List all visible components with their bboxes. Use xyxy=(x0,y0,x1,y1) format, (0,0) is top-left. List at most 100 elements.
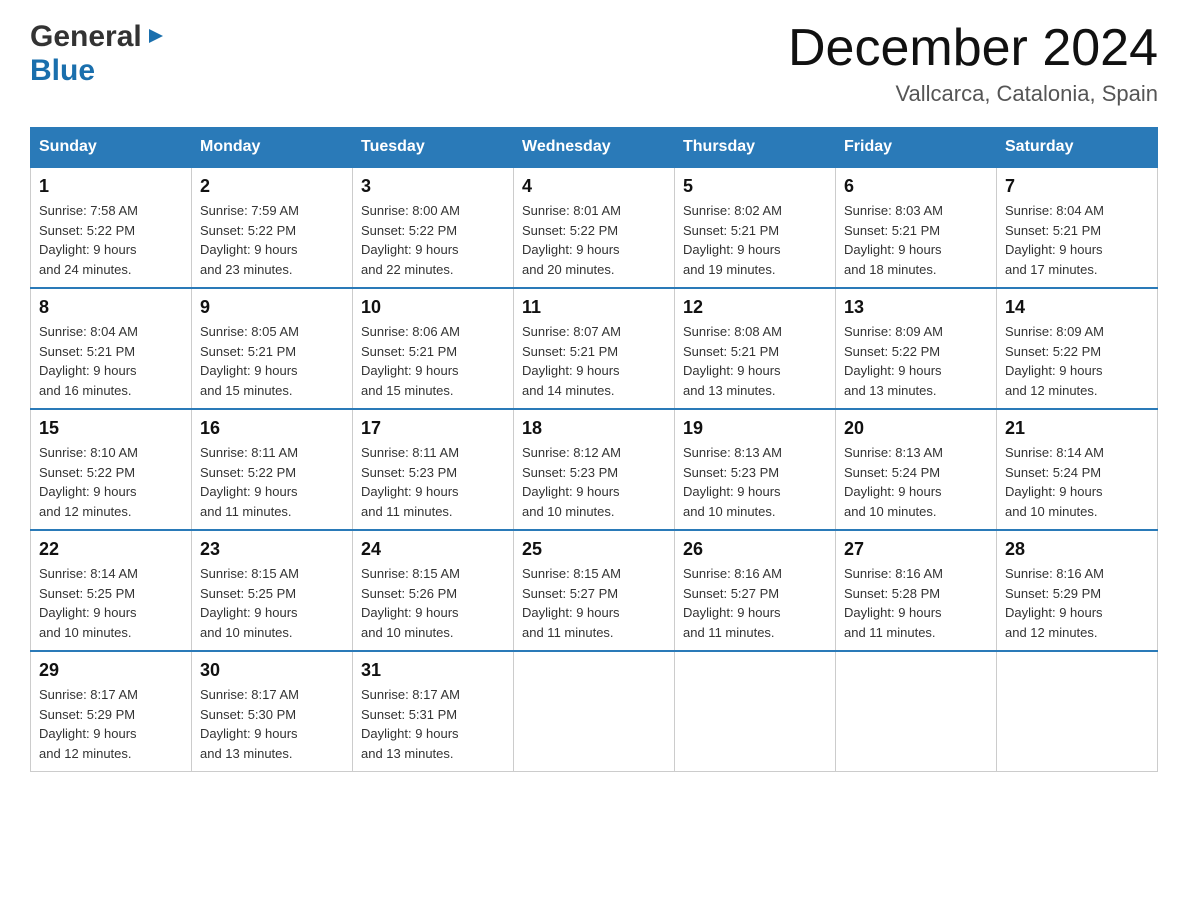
logo-triangle-icon xyxy=(145,25,167,47)
day-sun-info: Sunrise: 8:12 AMSunset: 5:23 PMDaylight:… xyxy=(522,445,621,519)
day-sun-info: Sunrise: 8:17 AMSunset: 5:29 PMDaylight:… xyxy=(39,687,138,761)
day-sun-info: Sunrise: 8:16 AMSunset: 5:29 PMDaylight:… xyxy=(1005,566,1104,640)
day-sun-info: Sunrise: 8:14 AMSunset: 5:25 PMDaylight:… xyxy=(39,566,138,640)
day-number: 22 xyxy=(39,539,183,560)
table-row: 7Sunrise: 8:04 AMSunset: 5:21 PMDaylight… xyxy=(997,167,1158,288)
table-row: 14 Sunrise: 8:09 AMSunset: 5:22 PMDayligh… xyxy=(997,288,1158,409)
day-number: 5 xyxy=(683,176,827,197)
table-row: 15Sunrise: 8:10 AMSunset: 5:22 PMDayligh… xyxy=(31,409,192,530)
calendar-week-row: 8 Sunrise: 8:04 AMSunset: 5:21 PMDaylight… xyxy=(31,288,1158,409)
day-sun-info: Sunrise: 8:13 AMSunset: 5:24 PMDaylight:… xyxy=(844,445,943,519)
day-number: 16 xyxy=(200,418,344,439)
table-row xyxy=(514,651,675,772)
day-number: 28 xyxy=(1005,539,1149,560)
table-row: 29 Sunrise: 8:17 AMSunset: 5:29 PMDayligh… xyxy=(31,651,192,772)
day-number: 2 xyxy=(200,176,344,197)
day-sun-info: Sunrise: 8:02 AMSunset: 5:21 PMDaylight:… xyxy=(683,203,782,277)
day-number: 13 xyxy=(844,297,988,318)
day-number: 31 xyxy=(361,660,505,681)
table-row: 28 Sunrise: 8:16 AMSunset: 5:29 PMDayligh… xyxy=(997,530,1158,651)
table-row: 24Sunrise: 8:15 AMSunset: 5:26 PMDayligh… xyxy=(353,530,514,651)
day-sun-info: Sunrise: 8:16 AMSunset: 5:27 PMDaylight:… xyxy=(683,566,782,640)
day-sun-info: Sunrise: 7:58 AMSunset: 5:22 PMDaylight:… xyxy=(39,203,138,277)
page-header: General Blue December 2024 Vallcarca, Ca… xyxy=(30,20,1158,107)
day-number: 23 xyxy=(200,539,344,560)
day-number: 14 xyxy=(1005,297,1149,318)
day-sun-info: Sunrise: 8:11 AMSunset: 5:23 PMDaylight:… xyxy=(361,445,459,519)
day-sun-info: Sunrise: 8:05 AMSunset: 5:21 PMDaylight:… xyxy=(200,324,299,398)
day-sun-info: Sunrise: 8:04 AMSunset: 5:21 PMDaylight:… xyxy=(39,324,138,398)
header-monday: Monday xyxy=(192,128,353,168)
day-sun-info: Sunrise: 8:17 AMSunset: 5:30 PMDaylight:… xyxy=(200,687,299,761)
day-sun-info: Sunrise: 8:13 AMSunset: 5:23 PMDaylight:… xyxy=(683,445,782,519)
header-friday: Friday xyxy=(836,128,997,168)
table-row: 16 Sunrise: 8:11 AMSunset: 5:22 PMDayligh… xyxy=(192,409,353,530)
logo: General Blue xyxy=(30,20,167,88)
day-sun-info: Sunrise: 8:09 AMSunset: 5:22 PMDaylight:… xyxy=(844,324,943,398)
header-sunday: Sunday xyxy=(31,128,192,168)
day-number: 3 xyxy=(361,176,505,197)
table-row: 20Sunrise: 8:13 AMSunset: 5:24 PMDayligh… xyxy=(836,409,997,530)
table-row: 3 Sunrise: 8:00 AMSunset: 5:22 PMDaylight… xyxy=(353,167,514,288)
table-row: 31 Sunrise: 8:17 AMSunset: 5:31 PMDayligh… xyxy=(353,651,514,772)
table-row: 25 Sunrise: 8:15 AMSunset: 5:27 PMDayligh… xyxy=(514,530,675,651)
day-number: 29 xyxy=(39,660,183,681)
day-number: 4 xyxy=(522,176,666,197)
table-row: 13 Sunrise: 8:09 AMSunset: 5:22 PMDayligh… xyxy=(836,288,997,409)
day-number: 26 xyxy=(683,539,827,560)
day-sun-info: Sunrise: 8:03 AMSunset: 5:21 PMDaylight:… xyxy=(844,203,943,277)
day-number: 10 xyxy=(361,297,505,318)
calendar-table: Sunday Monday Tuesday Wednesday Thursday… xyxy=(30,127,1158,772)
day-sun-info: Sunrise: 8:14 AMSunset: 5:24 PMDaylight:… xyxy=(1005,445,1104,519)
day-number: 25 xyxy=(522,539,666,560)
day-sun-info: Sunrise: 8:16 AMSunset: 5:28 PMDaylight:… xyxy=(844,566,943,640)
day-sun-info: Sunrise: 8:11 AMSunset: 5:22 PMDaylight:… xyxy=(200,445,298,519)
table-row: 19 Sunrise: 8:13 AMSunset: 5:23 PMDayligh… xyxy=(675,409,836,530)
table-row: 6 Sunrise: 8:03 AMSunset: 5:21 PMDaylight… xyxy=(836,167,997,288)
day-number: 8 xyxy=(39,297,183,318)
table-row: 23Sunrise: 8:15 AMSunset: 5:25 PMDayligh… xyxy=(192,530,353,651)
table-row: 10 Sunrise: 8:06 AMSunset: 5:21 PMDayligh… xyxy=(353,288,514,409)
table-row: 8 Sunrise: 8:04 AMSunset: 5:21 PMDaylight… xyxy=(31,288,192,409)
day-sun-info: Sunrise: 8:04 AMSunset: 5:21 PMDaylight:… xyxy=(1005,203,1104,277)
day-number: 11 xyxy=(522,297,666,318)
day-sun-info: Sunrise: 8:00 AMSunset: 5:22 PMDaylight:… xyxy=(361,203,460,277)
day-number: 12 xyxy=(683,297,827,318)
day-number: 30 xyxy=(200,660,344,681)
day-number: 19 xyxy=(683,418,827,439)
day-sun-info: Sunrise: 8:06 AMSunset: 5:21 PMDaylight:… xyxy=(361,324,460,398)
title-area: December 2024 Vallcarca, Catalonia, Spai… xyxy=(788,20,1158,107)
day-number: 1 xyxy=(39,176,183,197)
calendar-header-row: Sunday Monday Tuesday Wednesday Thursday… xyxy=(31,128,1158,168)
day-sun-info: Sunrise: 8:17 AMSunset: 5:31 PMDaylight:… xyxy=(361,687,460,761)
table-row: 30 Sunrise: 8:17 AMSunset: 5:30 PMDayligh… xyxy=(192,651,353,772)
day-sun-info: Sunrise: 8:08 AMSunset: 5:21 PMDaylight:… xyxy=(683,324,782,398)
header-tuesday: Tuesday xyxy=(353,128,514,168)
table-row: 22 Sunrise: 8:14 AMSunset: 5:25 PMDayligh… xyxy=(31,530,192,651)
day-number: 17 xyxy=(361,418,505,439)
table-row: 26 Sunrise: 8:16 AMSunset: 5:27 PMDayligh… xyxy=(675,530,836,651)
table-row: 18Sunrise: 8:12 AMSunset: 5:23 PMDayligh… xyxy=(514,409,675,530)
table-row: 9 Sunrise: 8:05 AMSunset: 5:21 PMDaylight… xyxy=(192,288,353,409)
day-sun-info: Sunrise: 8:15 AMSunset: 5:27 PMDaylight:… xyxy=(522,566,621,640)
location-subtitle: Vallcarca, Catalonia, Spain xyxy=(788,81,1158,107)
day-sun-info: Sunrise: 8:09 AMSunset: 5:22 PMDaylight:… xyxy=(1005,324,1104,398)
table-row: 11Sunrise: 8:07 AMSunset: 5:21 PMDayligh… xyxy=(514,288,675,409)
header-saturday: Saturday xyxy=(997,128,1158,168)
table-row: 1 Sunrise: 7:58 AMSunset: 5:22 PMDaylight… xyxy=(31,167,192,288)
table-row: 4 Sunrise: 8:01 AMSunset: 5:22 PMDaylight… xyxy=(514,167,675,288)
table-row xyxy=(997,651,1158,772)
day-number: 6 xyxy=(844,176,988,197)
day-number: 9 xyxy=(200,297,344,318)
logo-general-text: General xyxy=(30,20,142,54)
header-thursday: Thursday xyxy=(675,128,836,168)
logo-blue-text: Blue xyxy=(30,54,95,87)
day-sun-info: Sunrise: 8:15 AMSunset: 5:26 PMDaylight:… xyxy=(361,566,460,640)
table-row: 5 Sunrise: 8:02 AMSunset: 5:21 PMDaylight… xyxy=(675,167,836,288)
table-row: 12 Sunrise: 8:08 AMSunset: 5:21 PMDayligh… xyxy=(675,288,836,409)
table-row: 21Sunrise: 8:14 AMSunset: 5:24 PMDayligh… xyxy=(997,409,1158,530)
header-wednesday: Wednesday xyxy=(514,128,675,168)
day-sun-info: Sunrise: 8:01 AMSunset: 5:22 PMDaylight:… xyxy=(522,203,621,277)
table-row xyxy=(836,651,997,772)
calendar-week-row: 1 Sunrise: 7:58 AMSunset: 5:22 PMDaylight… xyxy=(31,167,1158,288)
